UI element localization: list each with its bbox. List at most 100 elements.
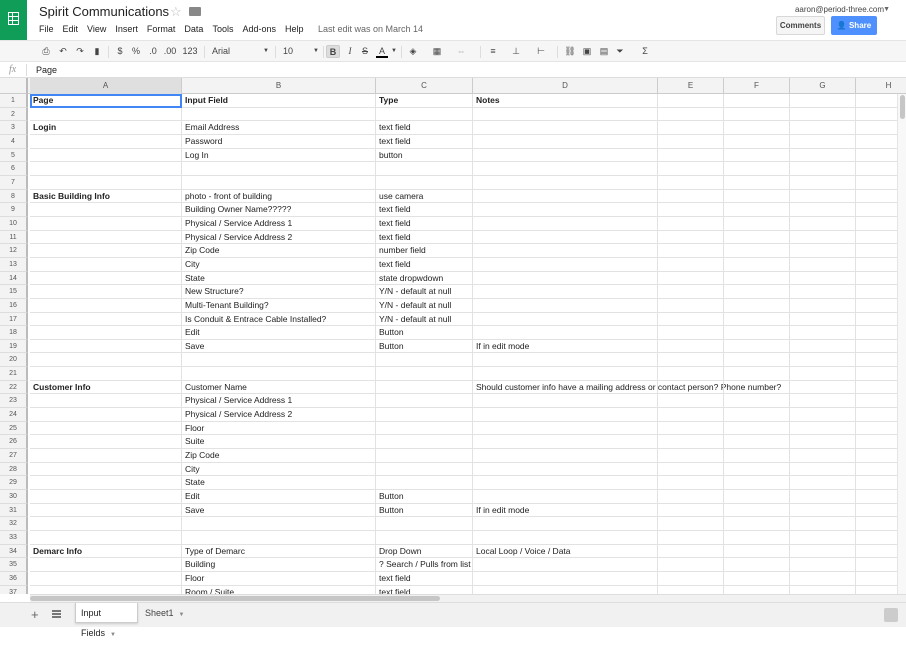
grid-cell[interactable] [790, 476, 856, 491]
grid-cell[interactable] [790, 380, 856, 395]
grid-cell[interactable]: text field [376, 257, 473, 272]
grid-cell[interactable] [30, 244, 182, 258]
column-header-a[interactable]: A [30, 78, 182, 94]
grid-cell[interactable] [376, 394, 473, 409]
grid-cell[interactable] [473, 571, 658, 586]
grid-cell[interactable] [790, 298, 856, 313]
row-header[interactable]: 23 [0, 394, 28, 409]
grid-cell[interactable] [790, 312, 856, 327]
sheet-tab-sheet1[interactable]: Sheet1 ▼ [140, 603, 185, 623]
grid-cell[interactable]: Drop Down [376, 544, 473, 559]
grid-cell[interactable]: button [376, 148, 473, 163]
grid-cell[interactable] [473, 367, 658, 381]
grid-cell[interactable] [658, 189, 724, 204]
chevron-down-icon[interactable]: ▼ [179, 612, 185, 618]
grid-cell[interactable]: Physical / Service Address 2 [182, 408, 376, 422]
user-account[interactable]: aaron@period-three.com [795, 5, 884, 14]
row-header[interactable]: 35 [0, 558, 28, 572]
grid-cell[interactable] [790, 148, 856, 163]
grid-cell[interactable] [473, 462, 658, 477]
grid-cell[interactable] [790, 339, 856, 354]
grid-cell[interactable] [30, 326, 182, 340]
grid-cell[interactable]: photo - front of building [182, 189, 376, 204]
row-header[interactable]: 7 [0, 175, 28, 190]
grid-cell[interactable] [658, 367, 724, 381]
merge-cells-icon[interactable]: ⇔ [455, 45, 467, 58]
row-header[interactable]: 30 [0, 490, 28, 504]
share-button[interactable]: 👤 Share [831, 16, 877, 35]
folder-icon[interactable] [189, 7, 201, 16]
grid-cell[interactable] [30, 531, 182, 545]
chevron-down-icon[interactable]: ▼ [262, 45, 270, 58]
row-header[interactable]: 26 [0, 435, 28, 450]
grid-cell[interactable]: Physical / Service Address 1 [182, 216, 376, 231]
select-all-corner[interactable] [0, 78, 28, 94]
grid-cell[interactable] [790, 162, 856, 176]
grid-cell[interactable]: Button [376, 503, 473, 518]
grid-cell[interactable] [790, 558, 856, 572]
grid-cell[interactable] [473, 216, 658, 231]
grid-cell[interactable] [658, 339, 724, 354]
comment-icon[interactable]: ▣ [581, 45, 593, 58]
grid-cell[interactable] [724, 353, 790, 368]
grid-cell[interactable]: City [182, 257, 376, 272]
grid-cell[interactable] [376, 421, 473, 436]
grid-cell[interactable] [724, 449, 790, 463]
grid-cell[interactable]: Multi-Tenant Building? [182, 298, 376, 313]
text-color-button[interactable]: A [376, 45, 388, 58]
menu-file[interactable]: File [39, 24, 63, 34]
grid-cell[interactable] [182, 162, 376, 176]
grid-cell[interactable]: Button [376, 490, 473, 504]
grid-cell[interactable] [473, 517, 658, 531]
link-icon[interactable]: ⛓ [564, 45, 576, 58]
grid-cell[interactable]: text field [376, 134, 473, 149]
row-header[interactable]: 25 [0, 421, 28, 436]
grid-cell[interactable] [658, 435, 724, 450]
row-header[interactable]: 31 [0, 503, 28, 518]
grid-cell[interactable] [473, 394, 658, 409]
grid-cell[interactable] [790, 230, 856, 245]
grid-cell[interactable] [724, 503, 790, 518]
grid-cell[interactable]: Notes [473, 94, 658, 108]
grid-cell[interactable] [30, 394, 182, 409]
grid-cell[interactable] [724, 326, 790, 340]
grid-cell[interactable] [724, 380, 790, 395]
align-left-icon[interactable]: ≡ [487, 45, 499, 58]
grid-cell[interactable] [790, 326, 856, 340]
row-header[interactable]: 1 [0, 94, 28, 108]
grid-cell[interactable]: text field [376, 585, 473, 594]
grid-cell[interactable]: Edit [182, 326, 376, 340]
grid-cell[interactable] [724, 285, 790, 299]
grid-cell[interactable] [724, 367, 790, 381]
grid-cell[interactable] [724, 94, 790, 108]
grid-cell[interactable]: Physical / Service Address 2 [182, 230, 376, 245]
chevron-down-icon[interactable]: ▼ [110, 632, 116, 638]
grid-cell[interactable]: Demarc Info [30, 544, 182, 559]
grid-cell[interactable] [473, 421, 658, 436]
grid-cell[interactable] [376, 162, 473, 176]
grid-cell[interactable] [658, 531, 724, 545]
formula-input[interactable]: Page [36, 65, 57, 75]
row-header[interactable]: 28 [0, 462, 28, 477]
grid-cell[interactable] [30, 367, 182, 381]
increase-decimal-button[interactable]: .00 [162, 45, 178, 58]
grid-cell[interactable] [473, 312, 658, 327]
column-header-e[interactable]: E [658, 78, 724, 94]
grid-cell[interactable] [658, 544, 724, 559]
grid-cell[interactable] [473, 121, 658, 135]
grid-cell[interactable]: Save [182, 339, 376, 354]
decrease-decimal-button[interactable]: .0 [146, 45, 160, 58]
grid-cell[interactable] [790, 257, 856, 272]
grid-cell[interactable] [30, 353, 182, 368]
grid-cell[interactable]: text field [376, 571, 473, 586]
menu-help[interactable]: Help [285, 24, 313, 34]
grid-cell[interactable] [658, 216, 724, 231]
grid-cell[interactable] [658, 380, 724, 395]
grid-cell[interactable]: Log In [182, 148, 376, 163]
grid-cell[interactable] [724, 421, 790, 436]
grid-cell[interactable] [790, 435, 856, 450]
grid-cell[interactable]: Physical / Service Address 1 [182, 394, 376, 409]
grid-cell[interactable]: Floor [182, 421, 376, 436]
column-header-b[interactable]: B [182, 78, 376, 94]
grid-cell[interactable] [724, 339, 790, 354]
